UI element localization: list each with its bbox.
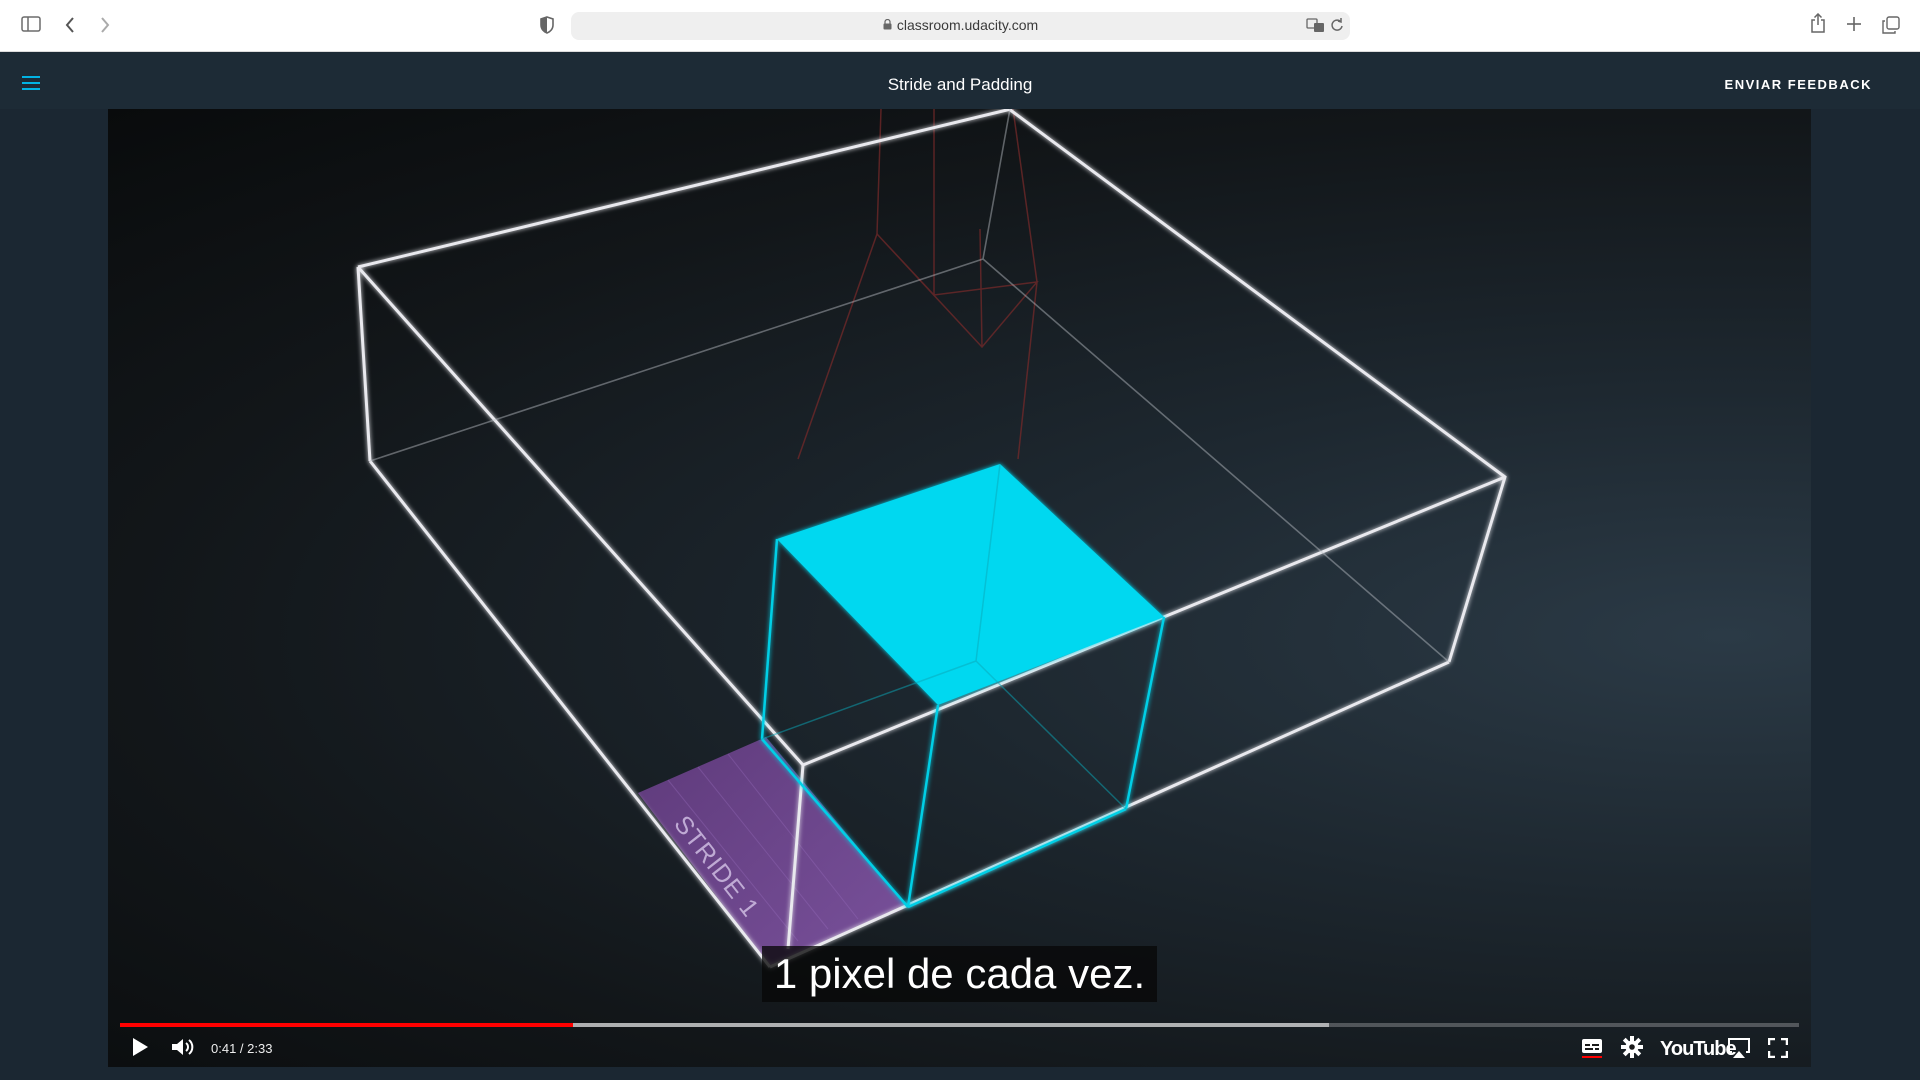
back-icon[interactable] xyxy=(64,16,76,38)
browser-toolbar: classroom.udacity.com xyxy=(0,0,1920,52)
subtitle-area: 1 pixel de cada vez. xyxy=(108,946,1811,1002)
send-feedback-button[interactable]: ENVIAR FEEDBACK xyxy=(1725,77,1872,92)
translate-icon[interactable] xyxy=(1306,17,1326,37)
kernel-top-face xyxy=(777,464,1164,705)
video-frame: STRIDE 1 xyxy=(356,109,1507,969)
progress-bar[interactable] xyxy=(120,1023,1799,1027)
time-display: 0:41 / 2:33 xyxy=(211,1041,273,1056)
reload-icon[interactable] xyxy=(1330,17,1344,37)
tab-overview-icon[interactable] xyxy=(1882,16,1900,38)
forward-icon[interactable] xyxy=(99,16,111,38)
subtitle-text: 1 pixel de cada vez. xyxy=(761,946,1158,1002)
page-title: Stride and Padding xyxy=(887,75,1033,94)
lock-icon xyxy=(883,17,892,33)
new-tab-icon[interactable] xyxy=(1846,16,1862,36)
youtube-logo[interactable]: YouTube xyxy=(1660,1038,1737,1061)
share-icon[interactable] xyxy=(1810,12,1826,37)
address-bar[interactable]: classroom.udacity.com xyxy=(571,12,1350,40)
shield-icon[interactable] xyxy=(540,16,554,38)
url-text: classroom.udacity.com xyxy=(896,17,1039,33)
played-bar xyxy=(120,1023,574,1027)
video-player[interactable]: STRIDE 1 1 pixel de cada vez. 0:41 / 2:3… xyxy=(108,109,1811,1067)
sidebar-toggle-icon[interactable] xyxy=(21,16,41,36)
